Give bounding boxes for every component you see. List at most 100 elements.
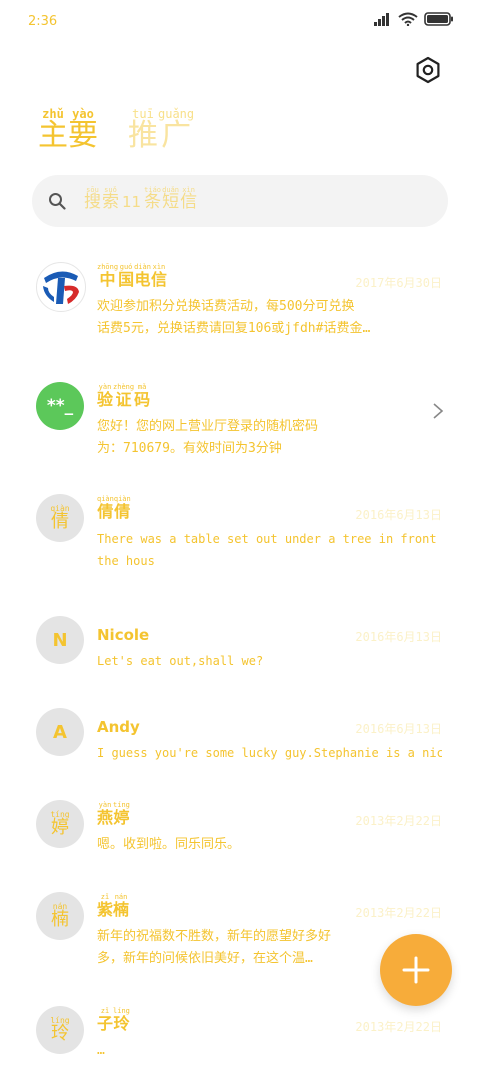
search-icon: [49, 193, 66, 210]
message-item[interactable]: tíng 婷 yàn 燕 tíng 婷 2013年2月22日 嗯。收到啦。同乐同乐。: [0, 790, 480, 886]
avatar[interactable]: A: [36, 708, 84, 756]
message-date: 2017年6月30日: [355, 276, 442, 290]
preview-line: 嗯。收到啦。同乐同乐。: [97, 837, 241, 852]
preview-line: There was a table set out under a tree i…: [97, 532, 442, 546]
contact-name: Andy: [97, 710, 140, 736]
avatar[interactable]: líng 玲: [36, 1006, 84, 1054]
message-item[interactable]: qiàn 倩 qiàn 倩 qiàn 倩 2016年6月13日 There was a tab…: [0, 484, 480, 580]
preview-line: …: [97, 1043, 105, 1058]
name-char: zhōng 中: [97, 264, 118, 288]
title-char: guǎng 广: [158, 108, 194, 160]
hanzi: 码: [134, 390, 151, 409]
placeholder-char: tiáo 条: [144, 187, 161, 211]
message-date: 2013年2月22日: [355, 906, 442, 920]
preview-line: 话费5元，兑换话费请回复106或jfdh#话费金…: [97, 321, 371, 336]
hanzi: 验: [97, 390, 114, 409]
settings-button[interactable]: [414, 56, 442, 84]
name-char: nán 楠: [113, 894, 129, 918]
title-char: tuī 推: [128, 108, 158, 160]
status-bar: 2:36: [0, 0, 480, 44]
name-char: yàn 验: [97, 384, 113, 408]
message-item[interactable]: líng 玲 zǐ 子 líng 玲 2013年2月22日…: [0, 996, 480, 1092]
hanzi: 短: [162, 192, 180, 212]
hanzi: 燕: [97, 808, 114, 827]
title-char: yào 要: [68, 108, 98, 160]
status-time: 2:36: [28, 14, 58, 29]
avatar[interactable]: [36, 262, 86, 312]
hanzi: 倩: [114, 502, 131, 521]
message-preview: 您好！您的网上营业厅登录的随机密码 为：710679。有效时间为3分钟: [97, 416, 442, 460]
title-main[interactable]: zhǔ 主 yào 要: [38, 108, 98, 160]
contact-name-text: Andy: [97, 718, 140, 736]
message-preview: 嗯。收到啦。同乐同乐。: [97, 834, 442, 856]
name-char: zhèng 证: [113, 384, 134, 408]
avatar[interactable]: nán 楠: [36, 892, 84, 940]
hanzi: 信: [150, 270, 167, 289]
hanzi: 倩: [97, 502, 114, 521]
avatar-initial: A: [53, 721, 67, 743]
hanzi: 玲: [113, 1014, 130, 1033]
hanzi: 电: [134, 270, 151, 289]
hanzi: 玲: [50, 1023, 69, 1044]
message-date: 2013年2月22日: [355, 814, 442, 828]
hanzi: 楠: [113, 900, 130, 919]
page-title: zhǔ 主 yào 要 tuī 推 guǎng 广: [38, 108, 194, 160]
plus-icon: [402, 956, 430, 984]
message-item[interactable]: **_ yàn 验 zhèng 证 mǎ 码您好！您的网上营业厅登录的随机密码 为：71067…: [0, 372, 480, 468]
name-char: xìn 信: [151, 264, 167, 288]
hanzi: 条: [144, 192, 162, 212]
contact-name: qiàn 倩 qiàn 倩: [97, 496, 131, 520]
status-icons: [374, 12, 454, 26]
placeholder-char: sōu 搜: [84, 187, 101, 211]
message-item[interactable]: zhōng 中 guó 国 diàn 电 xìn 信 2017年6月30日欢迎参加积分兑换话费活…: [0, 252, 480, 348]
hanzi: 要: [68, 118, 98, 153]
hanzi: 中: [99, 270, 116, 289]
hexagon-settings-icon: [416, 56, 440, 84]
hanzi: 子: [97, 1014, 114, 1033]
hanzi: 紫: [97, 900, 114, 919]
avatar-initial: N: [52, 629, 68, 651]
placeholder-char: suǒ 索: [102, 187, 119, 211]
battery-icon: [424, 12, 453, 26]
preview-line: I guess you're some lucky guy.Stephanie …: [97, 746, 442, 760]
hanzi: 索: [102, 192, 119, 212]
message-item[interactable]: N Nicole 2016年6月13日 Let's eat out,shall we?: [0, 606, 480, 702]
message-item[interactable]: A Andy 2016年6月13日 I guess you're some lucky…: [0, 698, 480, 794]
name-char: líng 玲: [113, 1008, 130, 1032]
preview-line: the hous: [97, 554, 155, 568]
avatar-char: nán 楠: [51, 903, 69, 929]
avatar[interactable]: qiàn 倩: [36, 494, 84, 542]
signal-icon: [374, 13, 389, 26]
name-char: diàn 电: [134, 264, 151, 288]
search-bar[interactable]: sōu 搜 suǒ 索 11 tiáo 条 duǎn 短 xìn 信: [32, 175, 448, 227]
placeholder-char: xìn 信: [180, 187, 197, 211]
avatar-code-text: **_: [46, 396, 74, 416]
title-promotions[interactable]: tuī 推 guǎng 广: [128, 108, 194, 160]
hanzi: 国: [118, 270, 135, 289]
contact-name: zhōng 中 guó 国 diàn 电 xìn 信: [97, 264, 167, 288]
preview-line: 您好！您的网上营业厅登录的随机密码: [97, 419, 319, 434]
name-char: qiàn 倩: [114, 496, 131, 520]
avatar[interactable]: N: [36, 616, 84, 664]
hanzi: 楠: [51, 909, 69, 930]
message-preview: Let's eat out,shall we?: [97, 650, 442, 672]
hanzi: 搜: [84, 192, 101, 212]
hanzi: 信: [180, 192, 198, 212]
contact-name: zǐ 紫 nán 楠: [97, 894, 129, 918]
hanzi: 主: [38, 118, 68, 153]
avatar-char: líng 玲: [50, 1017, 69, 1043]
name-char: guó 国: [118, 264, 134, 288]
message-date: 2016年6月13日: [355, 508, 442, 522]
message-date: 2013年2月22日: [355, 1020, 442, 1034]
name-char: zǐ 子: [97, 1008, 113, 1032]
avatar-char: qiàn 倩: [50, 505, 69, 531]
hanzi: 倩: [50, 511, 69, 532]
contact-name: zǐ 子 líng 玲: [97, 1008, 130, 1032]
new-message-button[interactable]: [380, 934, 452, 1006]
avatar[interactable]: tíng 婷: [36, 800, 84, 848]
message-preview: 欢迎参加积分兑换话费活动，每500分可兑换 话费5元，兑换话费请回复106或jfd…: [97, 296, 442, 340]
preview-line: 为：710679。有效时间为3分钟: [97, 441, 282, 456]
hanzi: 证: [115, 390, 132, 409]
avatar[interactable]: **_: [36, 382, 84, 430]
message-date: 2016年6月13日: [355, 630, 442, 644]
